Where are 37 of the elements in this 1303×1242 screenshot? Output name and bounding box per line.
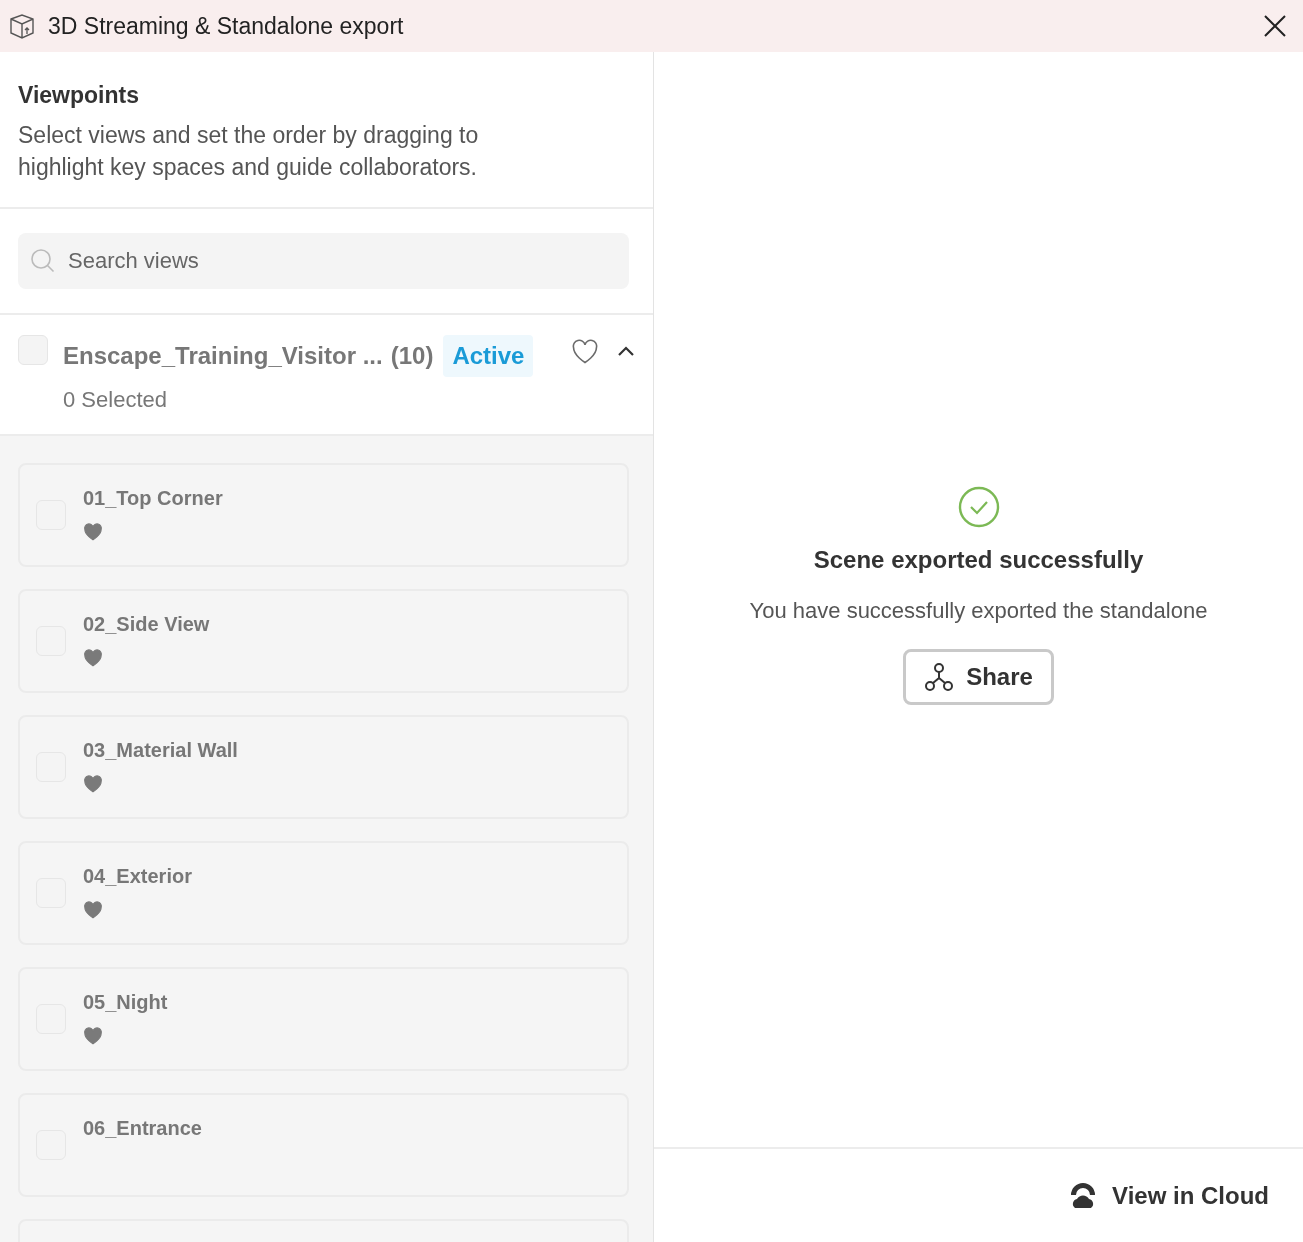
- search-icon: [30, 247, 56, 274]
- share-icon: [924, 662, 955, 692]
- share-button[interactable]: Share: [903, 649, 1054, 705]
- viewpoint-name: 06_Entrance: [83, 1115, 202, 1141]
- check-circle-icon: [957, 486, 1000, 528]
- success-message: You have successfully exported the standalone: [749, 597, 1208, 625]
- viewpoint-card[interactable]: 01_Top Corner: [18, 462, 629, 567]
- chevron-up-icon[interactable]: [617, 345, 635, 358]
- heart-icon[interactable]: [83, 774, 103, 793]
- heart-icon[interactable]: [83, 900, 103, 919]
- heart-icon[interactable]: [83, 648, 103, 667]
- viewpoint-card[interactable]: 02_Side View: [18, 588, 629, 693]
- viewpoint-name: 03_Material Wall: [83, 737, 238, 763]
- heart-icon[interactable]: [83, 1026, 103, 1045]
- success-title: Scene exported successfully: [813, 545, 1144, 575]
- checkbox[interactable]: [18, 334, 48, 365]
- heart-icon[interactable]: [571, 338, 599, 364]
- viewpoint-name: 02_Side View: [83, 611, 210, 637]
- search-field[interactable]: Search views: [18, 232, 629, 289]
- active-badge: Active: [443, 334, 534, 377]
- group-name: Enscape_Training_Visitor ...: [63, 340, 383, 371]
- viewpoint-card[interactable]: 06_Entrance: [18, 1092, 629, 1197]
- viewpoint-card[interactable]: 04_Exterior: [18, 840, 629, 945]
- viewpoint-card[interactable]: 05_Night: [18, 966, 629, 1071]
- close-icon: [1263, 14, 1287, 38]
- heart-icon[interactable]: [83, 522, 103, 541]
- box-icon: [8, 12, 36, 40]
- viewpoint-name: 04_Exterior: [83, 863, 192, 889]
- viewpoint-card[interactable]: 03_Material Wall: [18, 714, 629, 819]
- view-in-cloud-button[interactable]: View in Cloud: [1068, 1177, 1269, 1214]
- viewpoint-name: 05_Night: [83, 989, 168, 1015]
- selected-count: 0 Selected: [63, 385, 168, 414]
- section-title: Viewpoints: [18, 81, 140, 110]
- window-title: 3D Streaming & Standalone export: [48, 11, 404, 41]
- group-count: (10): [390, 340, 434, 371]
- section-description: Select views and set the order by dragging to highlight key spaces and guide collaborators.: [18, 120, 480, 182]
- viewpoint-name: 01_Top Corner: [83, 485, 223, 511]
